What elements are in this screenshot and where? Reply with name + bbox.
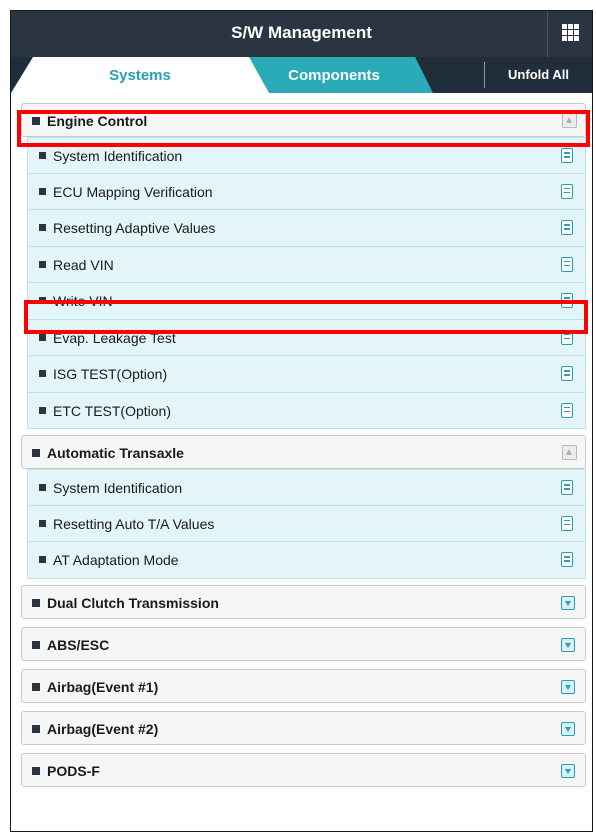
section-airbag-event-1: Airbag(Event #1)	[11, 668, 592, 703]
bullet-icon	[32, 117, 40, 125]
section-abs-esc: ABS/ESC	[11, 626, 592, 661]
list-item[interactable]: Evap. Leakage Test	[27, 319, 586, 356]
section-header[interactable]: Airbag(Event #1)	[21, 668, 586, 703]
bullet-icon	[39, 406, 46, 414]
item-label: Evap. Leakage Test	[53, 329, 176, 346]
section-header[interactable]: ABS/ESC	[21, 626, 586, 661]
section-header[interactable]: Airbag(Event #2)	[21, 710, 586, 745]
item-label: ETC TEST(Option)	[53, 402, 171, 419]
item-label: AT Adaptation Mode	[53, 552, 179, 568]
list-item[interactable]: ECU Mapping Verification	[27, 173, 586, 210]
collapse-arrow-icon[interactable]	[562, 113, 577, 128]
bullet-icon	[32, 724, 40, 733]
expand-arrow-icon[interactable]	[561, 679, 575, 694]
bullet-icon	[32, 682, 40, 691]
bullet-icon	[39, 519, 46, 527]
section-automatic-transaxle: Automatic Transaxle System Identificatio…	[11, 435, 592, 579]
document-icon[interactable]	[561, 329, 573, 345]
grid-menu-icon[interactable]	[562, 24, 579, 41]
page-title: S/W Management	[231, 23, 372, 42]
bullet-icon	[39, 224, 46, 231]
section-label: Airbag(Event #1)	[47, 678, 159, 695]
section-airbag-event-2: Airbag(Event #2)	[11, 710, 592, 745]
expand-arrow-icon[interactable]	[561, 637, 575, 652]
title-bar: S/W Management	[11, 11, 592, 57]
item-label: System Identification	[53, 148, 183, 164]
section-label: Automatic Transaxle	[47, 445, 184, 461]
section-dual-clutch-transmission: Dual Clutch Transmission	[11, 584, 592, 619]
tab-bar: Systems Components Unfold All	[11, 57, 592, 93]
document-icon[interactable]	[561, 552, 573, 567]
item-label: Resetting Auto T/A Values	[53, 515, 215, 532]
list-item[interactable]: Read VIN	[27, 246, 586, 283]
section-header[interactable]: PODS-F	[21, 752, 586, 787]
item-label: Resetting Adaptive Values	[53, 220, 216, 236]
expand-arrow-icon[interactable]	[561, 763, 575, 778]
bullet-icon	[32, 766, 40, 775]
bullet-icon	[39, 370, 46, 377]
unfold-all-button[interactable]: Unfold All	[485, 67, 592, 82]
document-icon[interactable]	[561, 293, 573, 308]
section-label: PODS-F	[47, 762, 100, 779]
list-item[interactable]: Resetting Auto T/A Values	[27, 505, 586, 542]
section-engine-control: Engine Control System Identification ECU…	[11, 103, 592, 429]
list-item[interactable]: Resetting Adaptive Values	[27, 210, 586, 247]
bullet-icon	[32, 598, 40, 607]
document-icon[interactable]	[561, 148, 573, 163]
title-divider	[547, 11, 548, 57]
collapse-arrow-icon[interactable]	[562, 445, 577, 460]
document-icon[interactable]	[561, 366, 573, 381]
list-item[interactable]: ISG TEST(Option)	[27, 356, 586, 393]
app-window: S/W Management Systems Components Unfold…	[10, 10, 593, 832]
tab-components[interactable]: Components	[259, 67, 409, 84]
bullet-icon	[32, 640, 40, 649]
list-item[interactable]: System Identification	[27, 469, 586, 506]
list-item-write-vin[interactable]: Write VIN	[27, 283, 586, 320]
expand-arrow-icon[interactable]	[561, 595, 575, 610]
bullet-icon	[39, 187, 46, 195]
expand-arrow-icon[interactable]	[561, 721, 575, 736]
document-icon[interactable]	[561, 515, 573, 531]
bullet-icon	[39, 297, 46, 304]
list-item[interactable]: System Identification	[27, 137, 586, 174]
section-label: ABS/ESC	[47, 636, 110, 653]
item-label: ISG TEST(Option)	[53, 366, 168, 382]
section-label: Dual Clutch Transmission	[47, 594, 219, 611]
item-label: ECU Mapping Verification	[53, 183, 213, 200]
bullet-icon	[39, 260, 46, 268]
document-icon[interactable]	[561, 183, 573, 199]
bullet-icon	[39, 556, 46, 563]
document-icon[interactable]	[561, 256, 573, 272]
bullet-icon	[39, 333, 46, 341]
document-icon[interactable]	[561, 402, 573, 418]
bullet-icon	[32, 449, 40, 457]
system-list: Engine Control System Identification ECU…	[11, 103, 592, 795]
item-label: System Identification	[53, 480, 183, 496]
section-label: Engine Control	[47, 113, 148, 129]
item-label: Write VIN	[53, 293, 113, 309]
bullet-icon	[39, 484, 46, 491]
section-header[interactable]: Engine Control	[21, 103, 586, 137]
item-label: Read VIN	[53, 256, 114, 273]
tab-systems[interactable]: Systems	[11, 67, 269, 84]
section-header[interactable]: Automatic Transaxle	[21, 435, 586, 469]
document-icon[interactable]	[561, 480, 573, 495]
section-pods-f: PODS-F	[11, 752, 592, 787]
document-icon[interactable]	[561, 220, 573, 235]
bullet-icon	[39, 152, 46, 159]
list-item[interactable]: ETC TEST(Option)	[27, 392, 586, 429]
section-header[interactable]: Dual Clutch Transmission	[21, 584, 586, 619]
section-label: Airbag(Event #2)	[47, 720, 159, 737]
list-item[interactable]: AT Adaptation Mode	[27, 542, 586, 579]
